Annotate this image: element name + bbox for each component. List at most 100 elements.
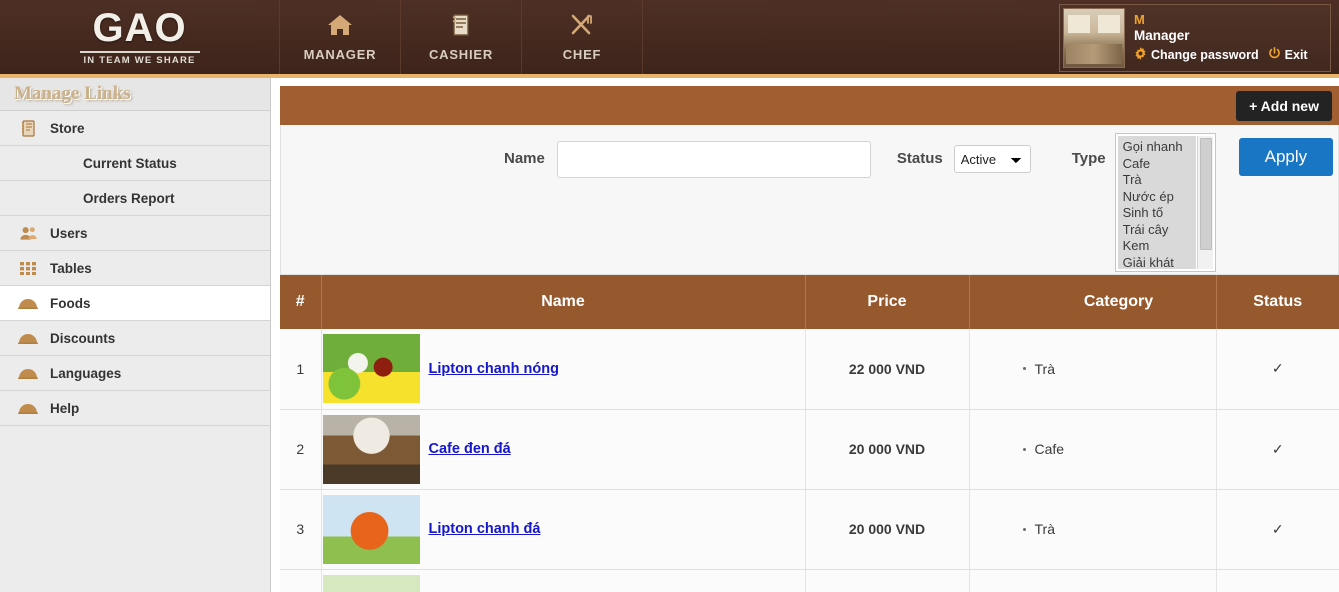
logo-text: GAO bbox=[92, 6, 187, 50]
logo-tagline: IN TEAM WE SHARE bbox=[83, 55, 196, 66]
food-thumbnail bbox=[322, 334, 420, 404]
food-name-link[interactable]: Cafe đen đá bbox=[425, 441, 511, 457]
exit-label: Exit bbox=[1284, 47, 1308, 62]
table-header-row: # Name Price Category Status bbox=[280, 275, 1339, 329]
row-category: Cafe bbox=[969, 409, 1217, 490]
sidebar-item-current-status-label: Current Status bbox=[83, 155, 177, 171]
sidebar-item-store-label: Store bbox=[50, 120, 85, 136]
column-header-name[interactable]: Name bbox=[321, 275, 806, 329]
row-price: 22 000 VND bbox=[805, 329, 970, 410]
type-listbox[interactable]: Gọi nhanh Cafe Trà Nước ép Sinh tố Trái … bbox=[1114, 133, 1216, 272]
column-header-category[interactable]: Category bbox=[969, 275, 1217, 329]
food-name-link[interactable]: Lipton chanh nóng bbox=[425, 361, 559, 377]
table-head: # Name Price Category Status bbox=[280, 275, 1339, 329]
sidebar-item-help-label: Help bbox=[50, 400, 80, 416]
sidebar-item-help[interactable]: Help bbox=[0, 391, 270, 426]
table-row[interactable]: 2 Cafe đen đá 20 000 VND Cafe ✓ bbox=[280, 409, 1339, 490]
type-scrollbar[interactable] bbox=[1196, 136, 1213, 269]
grid-icon bbox=[17, 261, 39, 275]
row-index: 2 bbox=[280, 409, 322, 490]
foods-table: # Name Price Category Status 1 Lipton ch… bbox=[280, 275, 1339, 592]
sidebar-item-current-status[interactable]: Current Status bbox=[0, 146, 270, 181]
row-category-label: Trà bbox=[1023, 361, 1215, 377]
sidebar-item-foods-label: Foods bbox=[50, 295, 91, 311]
row-name-cell bbox=[321, 569, 806, 592]
column-header-status[interactable]: Status bbox=[1216, 275, 1339, 329]
food-name-link[interactable]: Lipton chanh đá bbox=[425, 521, 541, 537]
type-option[interactable]: Trái cây bbox=[1123, 222, 1196, 239]
gear-icon bbox=[1134, 46, 1147, 65]
row-status bbox=[1216, 569, 1339, 592]
sidebar-item-users[interactable]: Users bbox=[0, 216, 270, 251]
nav-tab-chef-label: CHEF bbox=[562, 46, 602, 62]
main-content: + Add new Name Status Active Type Gọi nh… bbox=[271, 78, 1339, 592]
sidebar-item-orders-report[interactable]: Orders Report bbox=[0, 181, 270, 216]
row-index: 3 bbox=[280, 489, 322, 570]
user-initial: M bbox=[1134, 11, 1145, 27]
sidebar-item-store[interactable]: Store bbox=[0, 111, 270, 146]
row-status: ✓ bbox=[1216, 489, 1339, 570]
top-header: GAO IN TEAM WE SHARE MANAGER CASHIER CHE… bbox=[0, 0, 1339, 78]
filter-bar: Name Status Active Type Gọi nhanh Cafe T… bbox=[280, 125, 1339, 275]
avatar bbox=[1063, 8, 1125, 68]
exit-link[interactable]: Exit bbox=[1268, 46, 1308, 65]
logo-divider bbox=[79, 51, 200, 53]
change-password-link[interactable]: Change password bbox=[1134, 46, 1259, 65]
action-bar: + Add new bbox=[280, 86, 1339, 125]
sidebar-item-languages[interactable]: Languages bbox=[0, 356, 270, 391]
sidebar-title: Manage Links bbox=[14, 83, 131, 104]
sidebar-item-orders-report-label: Orders Report bbox=[83, 190, 175, 206]
nav-tab-chef[interactable]: CHEF bbox=[522, 0, 643, 74]
row-price: 20 000 VND bbox=[805, 409, 970, 490]
name-label: Name bbox=[504, 150, 545, 167]
home-icon bbox=[327, 13, 353, 42]
logo[interactable]: GAO IN TEAM WE SHARE bbox=[0, 0, 280, 74]
sidebar-item-tables[interactable]: Tables bbox=[0, 251, 270, 286]
sidebar-item-users-label: Users bbox=[50, 225, 88, 241]
row-name-cell: Lipton chanh nóng bbox=[321, 329, 806, 410]
type-option[interactable]: Trà bbox=[1123, 172, 1196, 189]
sidebar-item-tables-label: Tables bbox=[50, 260, 92, 276]
type-option[interactable]: Kem bbox=[1123, 238, 1196, 255]
nav-tab-cashier[interactable]: CASHIER bbox=[401, 0, 522, 74]
user-panel: M Manager Change password Exit bbox=[1059, 4, 1331, 72]
row-status: ✓ bbox=[1216, 329, 1339, 410]
table-row[interactable]: 1 Lipton chanh nóng 22 000 VND Trà ✓ bbox=[280, 329, 1339, 410]
column-header-index[interactable]: # bbox=[280, 275, 322, 329]
users-icon bbox=[17, 225, 39, 241]
status-select[interactable]: Active bbox=[953, 145, 1031, 173]
row-name-cell: Lipton chanh đá bbox=[321, 489, 806, 570]
utensils-icon bbox=[569, 13, 595, 42]
row-price: 20 000 VND bbox=[805, 489, 970, 570]
nav-tab-manager[interactable]: MANAGER bbox=[280, 0, 401, 74]
add-new-button[interactable]: + Add new bbox=[1236, 90, 1332, 121]
dome-icon bbox=[17, 403, 39, 414]
nav-tab-manager-label: MANAGER bbox=[303, 46, 377, 62]
column-header-price[interactable]: Price bbox=[805, 275, 970, 329]
row-status: ✓ bbox=[1216, 409, 1339, 490]
row-category-label: Cafe bbox=[1023, 441, 1215, 457]
dome-icon bbox=[17, 298, 39, 309]
row-category bbox=[969, 569, 1217, 592]
sidebar-item-languages-label: Languages bbox=[50, 365, 122, 381]
power-icon bbox=[1268, 46, 1281, 65]
sidebar-item-discounts[interactable]: Discounts bbox=[0, 321, 270, 356]
type-option[interactable]: Nước ép bbox=[1123, 189, 1196, 206]
type-option[interactable]: Giải khát bbox=[1123, 255, 1196, 272]
table-row[interactable]: 4 bbox=[280, 569, 1339, 592]
foods-panel: + Add new Name Status Active Type Gọi nh… bbox=[280, 86, 1339, 592]
type-option[interactable]: Cafe bbox=[1123, 156, 1196, 173]
type-option[interactable]: Gọi nhanh bbox=[1123, 139, 1196, 156]
apply-button[interactable]: Apply bbox=[1238, 138, 1334, 176]
type-label: Type bbox=[1071, 150, 1106, 167]
type-scrollbar-thumb[interactable] bbox=[1199, 138, 1212, 250]
sidebar-item-foods[interactable]: Foods bbox=[0, 286, 270, 321]
row-category: Trà bbox=[969, 489, 1217, 570]
type-option[interactable]: Sinh tố bbox=[1123, 205, 1196, 222]
dome-icon bbox=[17, 368, 39, 379]
food-thumbnail bbox=[322, 574, 420, 592]
book-icon bbox=[17, 119, 39, 137]
sidebar-header: Manage Links bbox=[0, 78, 270, 111]
name-input[interactable] bbox=[556, 141, 871, 178]
table-row[interactable]: 3 Lipton chanh đá 20 000 VND Trà ✓ bbox=[280, 489, 1339, 570]
